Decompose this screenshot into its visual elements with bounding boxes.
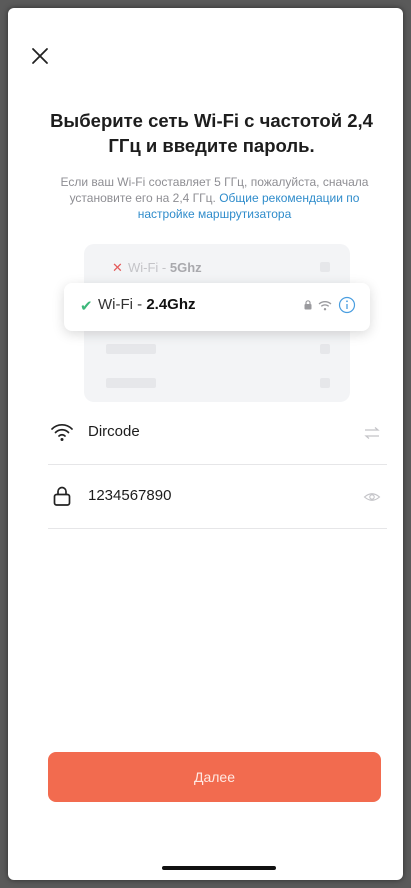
switch-icon[interactable]	[363, 424, 381, 442]
wifi-24g-label: Wi-Fi - 2.4Ghz	[98, 296, 196, 313]
placeholder-square	[320, 378, 330, 388]
lock-icon	[304, 300, 312, 310]
home-indicator[interactable]	[162, 866, 276, 870]
info-icon	[338, 296, 356, 314]
wifi-icon	[51, 423, 73, 441]
placeholder-square	[320, 344, 330, 354]
wifi-5g-label: Wi-Fi - 5Ghz	[128, 260, 202, 275]
cross-icon: ✕	[112, 260, 123, 275]
page-title: Выберите сеть Wi-Fi с частотой 2,4 ГГц и…	[50, 110, 373, 156]
close-button[interactable]	[28, 44, 52, 68]
close-icon[interactable]	[31, 47, 49, 65]
eye-icon[interactable]	[363, 488, 381, 506]
placeholder-square	[320, 262, 330, 272]
check-icon: ✔	[80, 298, 93, 315]
ssid-value[interactable]: Dircode	[88, 423, 140, 440]
next-button[interactable]: Далее	[48, 752, 381, 802]
lock-icon	[53, 486, 71, 506]
page-subtitle: Если ваш Wi-Fi составляет 5 ГГц, пожалуй…	[56, 174, 373, 222]
screen: Выберите сеть Wi-Fi с частотой 2,4 ГГц и…	[8, 8, 403, 880]
wifi-24g-icons	[304, 296, 356, 314]
ssid-field[interactable]: Dircode	[48, 402, 387, 465]
wifi-5g-row: ✕ Wi-Fi - 5Ghz	[84, 248, 350, 286]
password-field[interactable]: 1234567890	[48, 466, 387, 529]
password-value[interactable]: 1234567890	[88, 487, 171, 504]
wifi-signal-icon	[318, 300, 332, 310]
placeholder-bar	[106, 378, 156, 388]
wifi-24g-card: ✔ Wi-Fi - 2.4Ghz	[64, 283, 370, 331]
placeholder-bar	[106, 344, 156, 354]
